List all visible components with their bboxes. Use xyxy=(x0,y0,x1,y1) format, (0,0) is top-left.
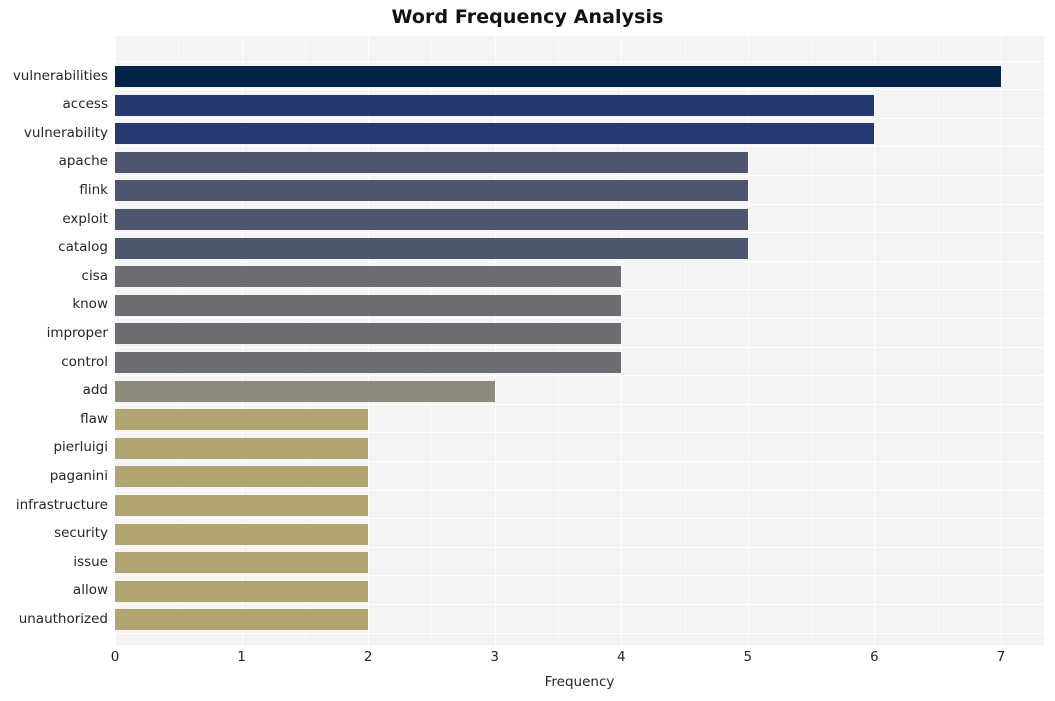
bar[interactable] xyxy=(115,294,622,316)
y-axis-tick-label: paganini xyxy=(49,467,108,484)
bar[interactable] xyxy=(115,409,369,431)
y-axis-tick-labels: vulnerabilities access vulnerability apache… xyxy=(0,36,108,645)
x-axis-tick-label: 4 xyxy=(616,649,626,665)
bar-row[interactable] xyxy=(115,319,1044,348)
x-axis-label: Frequency xyxy=(544,674,615,690)
bar-row[interactable] xyxy=(115,234,1044,263)
x-axis-tick-label: 0 xyxy=(110,649,120,665)
y-axis-tick-label: flaw xyxy=(80,410,108,427)
y-axis-tick-label: improper xyxy=(46,324,108,341)
bar-row[interactable] xyxy=(115,434,1044,463)
bar[interactable] xyxy=(115,323,622,345)
bar[interactable] xyxy=(115,123,875,145)
bar[interactable] xyxy=(115,437,369,459)
bar[interactable] xyxy=(115,151,748,173)
bar[interactable] xyxy=(115,609,369,631)
y-axis-tick-label: allow xyxy=(72,582,108,599)
bar-row[interactable] xyxy=(115,262,1044,291)
x-axis-tick-label: 2 xyxy=(363,649,373,665)
y-axis-tick-label: vulnerabilities xyxy=(12,67,108,84)
x-axis-tick-label: 1 xyxy=(237,649,246,665)
bar-row[interactable] xyxy=(115,91,1044,120)
x-axis-tick-labels: 0 1 2 3 4 5 6 7 xyxy=(0,649,1055,675)
bar-row[interactable] xyxy=(115,491,1044,520)
bar[interactable] xyxy=(115,552,369,574)
y-axis-tick-label: add xyxy=(82,382,108,399)
bar-row[interactable] xyxy=(115,62,1044,91)
y-axis-tick-label: apache xyxy=(58,153,108,170)
bar-row[interactable] xyxy=(115,462,1044,491)
bar[interactable] xyxy=(115,209,748,230)
x-axis-tick-label: 5 xyxy=(743,649,753,665)
word-frequency-chart-figure: Word Frequency Analysis vulnerabilities a… xyxy=(0,0,1055,701)
bar[interactable] xyxy=(115,266,622,288)
bar-row[interactable] xyxy=(115,548,1044,577)
bar-row[interactable] xyxy=(115,520,1044,549)
chart-title: Word Frequency Analysis xyxy=(391,6,664,28)
y-axis-tick-label: flink xyxy=(79,181,108,198)
bar[interactable] xyxy=(115,94,875,116)
y-axis-tick-label: access xyxy=(62,96,109,113)
bar-row[interactable] xyxy=(115,176,1044,205)
y-axis-tick-label: issue xyxy=(73,553,108,570)
plot-area xyxy=(115,36,1044,645)
bar-row[interactable] xyxy=(115,348,1044,377)
y-axis-tick-label: infrastructure xyxy=(15,496,108,513)
x-axis-tick-label: 6 xyxy=(870,649,879,665)
y-axis-tick-label: know xyxy=(72,296,108,313)
bar-row[interactable] xyxy=(115,291,1044,320)
bar-row[interactable] xyxy=(115,405,1044,434)
bar[interactable] xyxy=(115,180,748,202)
y-axis-tick-label: security xyxy=(54,525,108,542)
y-axis-tick-label: control xyxy=(61,353,108,370)
bar-row[interactable] xyxy=(115,148,1044,177)
y-axis-tick-label: unauthorized xyxy=(18,610,108,627)
x-axis-tick-label: 3 xyxy=(490,649,499,665)
y-axis-tick-label: exploit xyxy=(62,210,108,227)
y-axis-tick-label: vulnerability xyxy=(23,124,108,141)
bar-row[interactable] xyxy=(115,605,1044,634)
y-axis-tick-label: catalog xyxy=(58,239,108,256)
bar[interactable] xyxy=(115,580,369,602)
bar[interactable] xyxy=(115,352,622,373)
x-axis-tick-label: 7 xyxy=(996,649,1006,665)
bar[interactable] xyxy=(115,237,748,259)
bar[interactable] xyxy=(115,380,495,402)
bar[interactable] xyxy=(115,66,1001,87)
y-axis-tick-label: pierluigi xyxy=(53,439,108,456)
bar[interactable] xyxy=(115,523,369,545)
bar[interactable] xyxy=(115,495,369,516)
bar-row[interactable] xyxy=(115,205,1044,234)
bar-row[interactable] xyxy=(115,119,1044,148)
y-axis-tick-label: cisa xyxy=(81,267,108,284)
bar[interactable] xyxy=(115,466,369,488)
bar-row[interactable] xyxy=(115,377,1044,406)
bar-row[interactable] xyxy=(115,577,1044,606)
